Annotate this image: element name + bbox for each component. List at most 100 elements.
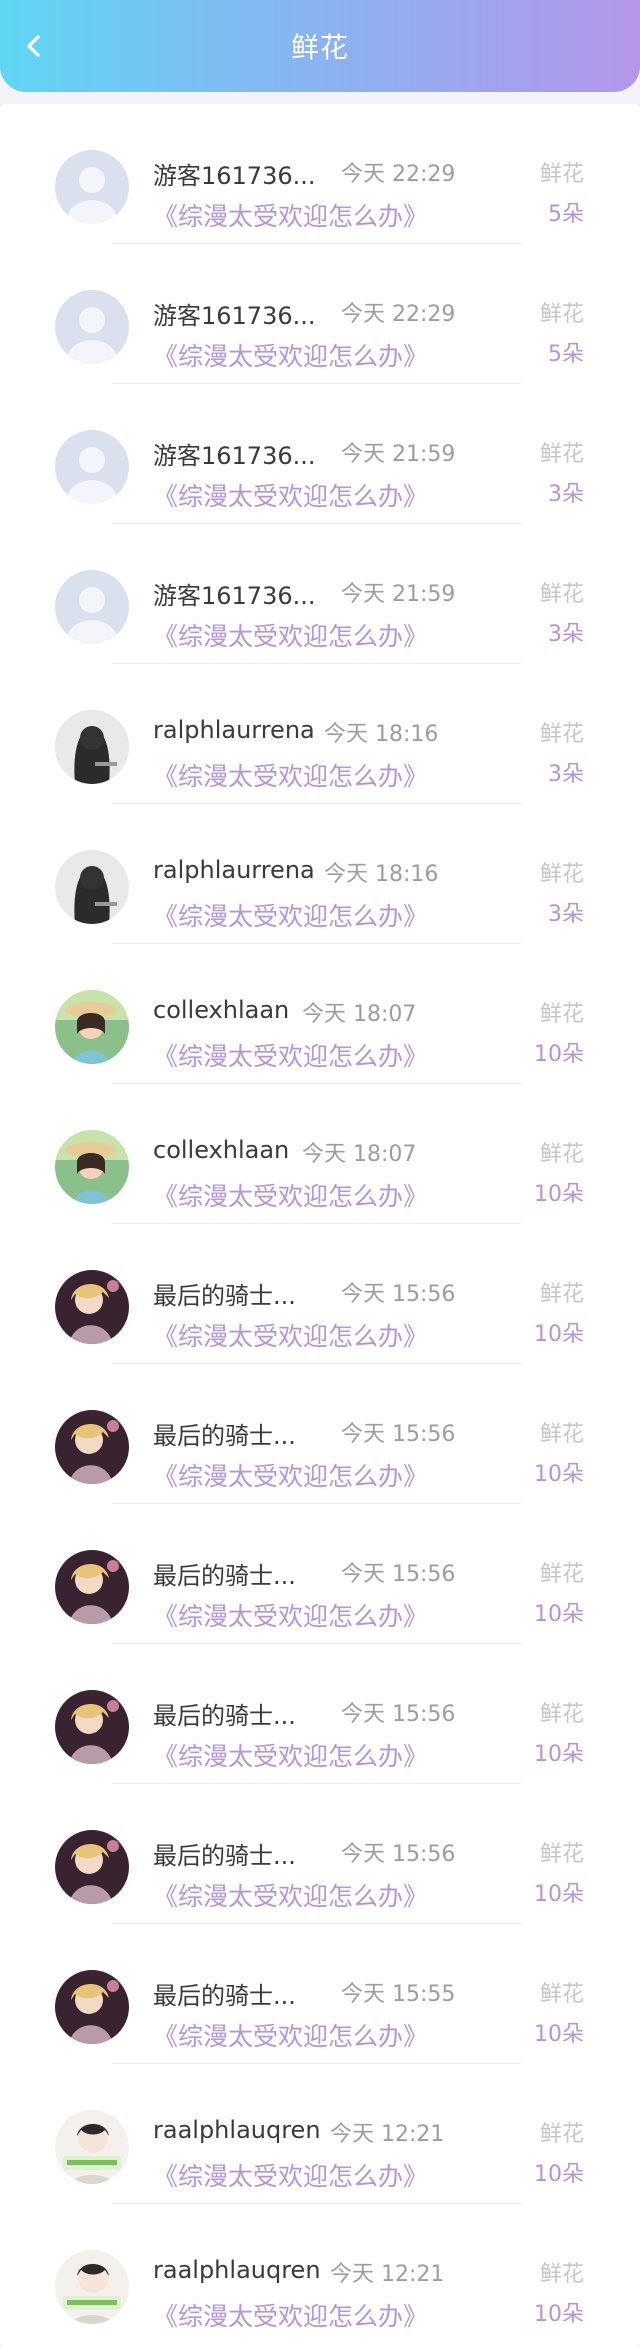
user-name[interactable]: collexhlaan [153,1136,289,1164]
chevron-left-icon [27,35,40,57]
list-item[interactable]: 游客161736... 今天 22:29 《综漫太受欢迎怎么办》 鲜花 5朵 [0,244,640,384]
flower-count: 10朵 [534,2162,584,2187]
default-avatar[interactable] [55,150,129,224]
flower-label: 鲜花 [539,442,584,467]
back-button[interactable] [14,26,54,66]
book-title-link[interactable]: 《综漫太受欢迎怎么办》 [153,1737,428,1773]
default-avatar[interactable] [55,430,129,504]
book-title-link[interactable]: 《综漫太受欢迎怎么办》 [153,1037,428,1073]
flower-label: 鲜花 [539,1562,584,1587]
flower-count: 5朵 [548,342,584,367]
book-title-link[interactable]: 《综漫太受欢迎怎么办》 [153,477,428,513]
list-item[interactable]: 最后的骑士... 今天 15:56 《综漫太受欢迎怎么办》 鲜花 10朵 [0,1504,640,1644]
user-name[interactable]: 游客161736... [153,436,316,471]
book-title-link[interactable]: 《综漫太受欢迎怎么办》 [153,617,428,653]
user-name[interactable]: raalphlauqren [153,2116,321,2144]
user-name[interactable]: 最后的骑士... [153,1976,296,2011]
flower-label: 鲜花 [539,1842,584,1867]
list-item[interactable]: 游客161736... 今天 22:29 《综漫太受欢迎怎么办》 鲜花 5朵 [0,104,640,244]
flower-label: 鲜花 [539,582,584,607]
user-name[interactable]: 最后的骑士... [153,1416,296,1451]
flower-count: 3朵 [548,622,584,647]
user-name[interactable]: ralphlaurrena [153,716,315,744]
timestamp: 今天 12:21 [330,2122,445,2147]
book-title-link[interactable]: 《综漫太受欢迎怎么办》 [153,197,428,233]
timestamp: 今天 22:29 [341,302,456,327]
list-item[interactable]: ralphlaurrena 今天 18:16 《综漫太受欢迎怎么办》 鲜花 3朵 [0,804,640,944]
default-avatar[interactable] [55,290,129,364]
timestamp: 今天 18:07 [302,1142,417,1167]
list-item[interactable]: 最后的骑士... 今天 15:56 《综漫太受欢迎怎么办》 鲜花 10朵 [0,1644,640,1784]
anime-avatar[interactable] [55,1690,129,1764]
timestamp: 今天 18:16 [324,862,439,887]
user-name[interactable]: 最后的骑士... [153,1696,296,1731]
user-name[interactable]: raalphlauqren [153,2256,321,2284]
list-item[interactable]: raalphlauqren 今天 12:21 《综漫太受欢迎怎么办》 鲜花 10… [0,2204,640,2344]
book-title-link[interactable]: 《综漫太受欢迎怎么办》 [153,757,428,793]
timestamp: 今天 15:56 [341,1282,456,1307]
list-item[interactable]: 最后的骑士... 今天 15:56 《综漫太受欢迎怎么办》 鲜花 10朵 [0,1224,640,1364]
child-photo-avatar[interactable] [55,1130,129,1204]
book-title-link[interactable]: 《综漫太受欢迎怎么办》 [153,1177,428,1213]
flower-label: 鲜花 [539,162,584,187]
list-item[interactable]: collexhlaan 今天 18:07 《综漫太受欢迎怎么办》 鲜花 10朵 [0,944,640,1084]
flower-count: 3朵 [548,482,584,507]
flower-count: 10朵 [534,1042,584,1067]
book-title-link[interactable]: 《综漫太受欢迎怎么办》 [153,337,428,373]
flower-label: 鲜花 [539,862,584,887]
book-title-link[interactable]: 《综漫太受欢迎怎么办》 [153,2017,428,2053]
timestamp: 今天 18:07 [302,1002,417,1027]
list-item[interactable]: 最后的骑士... 今天 15:56 《综漫太受欢迎怎么办》 鲜花 10朵 [0,1784,640,1924]
flower-label: 鲜花 [539,302,584,327]
list-item[interactable]: ralphlaurrena 今天 18:16 《综漫太受欢迎怎么办》 鲜花 3朵 [0,664,640,804]
timestamp: 今天 21:59 [341,582,456,607]
cartoon-avatar[interactable] [55,2250,129,2324]
flower-label: 鲜花 [539,1002,584,1027]
default-avatar[interactable] [55,570,129,644]
dark-photo-avatar[interactable] [55,710,129,784]
book-title-link[interactable]: 《综漫太受欢迎怎么办》 [153,1877,428,1913]
book-title-link[interactable]: 《综漫太受欢迎怎么办》 [153,897,428,933]
book-title-link[interactable]: 《综漫太受欢迎怎么办》 [153,1457,428,1493]
list-item[interactable]: collexhlaan 今天 18:07 《综漫太受欢迎怎么办》 鲜花 10朵 [0,1084,640,1224]
anime-avatar[interactable] [55,1830,129,1904]
anime-avatar[interactable] [55,1410,129,1484]
book-title-link[interactable]: 《综漫太受欢迎怎么办》 [153,2297,428,2333]
user-name[interactable]: 游客161736... [153,156,316,191]
flower-count: 10朵 [534,1322,584,1347]
timestamp: 今天 15:56 [341,1422,456,1447]
flower-label: 鲜花 [539,1982,584,2007]
book-title-link[interactable]: 《综漫太受欢迎怎么办》 [153,1317,428,1353]
timestamp: 今天 18:16 [324,722,439,747]
timestamp: 今天 21:59 [341,442,456,467]
cartoon-avatar[interactable] [55,2110,129,2184]
user-name[interactable]: 游客161736... [153,576,316,611]
list-item[interactable]: 游客161736... 今天 21:59 《综漫太受欢迎怎么办》 鲜花 3朵 [0,384,640,524]
timestamp: 今天 15:55 [341,1982,456,2007]
user-name[interactable]: collexhlaan [153,996,289,1024]
flower-record-list: 游客161736... 今天 22:29 《综漫太受欢迎怎么办》 鲜花 5朵 游… [0,104,640,2347]
list-item[interactable]: 游客161736... 今天 21:59 《综漫太受欢迎怎么办》 鲜花 3朵 [0,524,640,664]
anime-avatar[interactable] [55,1970,129,2044]
child-photo-avatar[interactable] [55,990,129,1064]
book-title-link[interactable]: 《综漫太受欢迎怎么办》 [153,2157,428,2193]
flower-count: 10朵 [534,1462,584,1487]
user-name[interactable]: ralphlaurrena [153,856,315,884]
anime-avatar[interactable] [55,1550,129,1624]
list-item[interactable]: raalphlauqren 今天 12:21 《综漫太受欢迎怎么办》 鲜花 10… [0,2064,640,2204]
flower-count: 10朵 [534,1742,584,1767]
dark-photo-avatar[interactable] [55,850,129,924]
user-name[interactable]: 最后的骑士... [153,1556,296,1591]
flower-label: 鲜花 [539,722,584,747]
anime-avatar[interactable] [55,1270,129,1344]
user-name[interactable]: 游客161736... [153,296,316,331]
flower-count: 10朵 [534,2302,584,2327]
page-title: 鲜花 [290,31,349,64]
book-title-link[interactable]: 《综漫太受欢迎怎么办》 [153,1597,428,1633]
flower-label: 鲜花 [539,1422,584,1447]
list-item[interactable]: 最后的骑士... 今天 15:55 《综漫太受欢迎怎么办》 鲜花 10朵 [0,1924,640,2064]
user-name[interactable]: 最后的骑士... [153,1836,296,1871]
list-item[interactable]: 最后的骑士... 今天 15:56 《综漫太受欢迎怎么办》 鲜花 10朵 [0,1364,640,1504]
user-name[interactable]: 最后的骑士... [153,1276,296,1311]
timestamp: 今天 15:56 [341,1702,456,1727]
